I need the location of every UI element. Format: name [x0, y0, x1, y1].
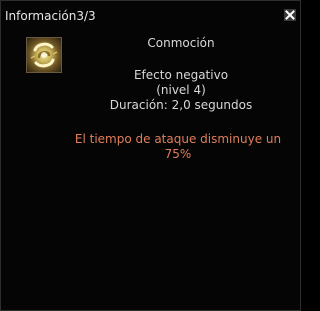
status-level: (nivel 4) — [156, 83, 206, 97]
status-name: Conmoción — [147, 36, 215, 50]
close-x-icon — [285, 10, 295, 20]
window-titlebar: Información3/3 — [1, 1, 300, 27]
status-effect-line-1: El tiempo de ataque disminuye un — [74, 132, 282, 146]
status-duration: Duración: 2,0 segundos — [109, 98, 253, 112]
status-effect-line-2: 75% — [164, 147, 192, 161]
info-window: Información3/3 Conmoción Efecto negativo… — [0, 0, 301, 311]
window-title: Información3/3 — [5, 9, 96, 23]
status-type: Efecto negativo — [133, 68, 229, 82]
close-button[interactable] — [284, 9, 296, 21]
concussion-swirl-icon — [26, 37, 62, 73]
